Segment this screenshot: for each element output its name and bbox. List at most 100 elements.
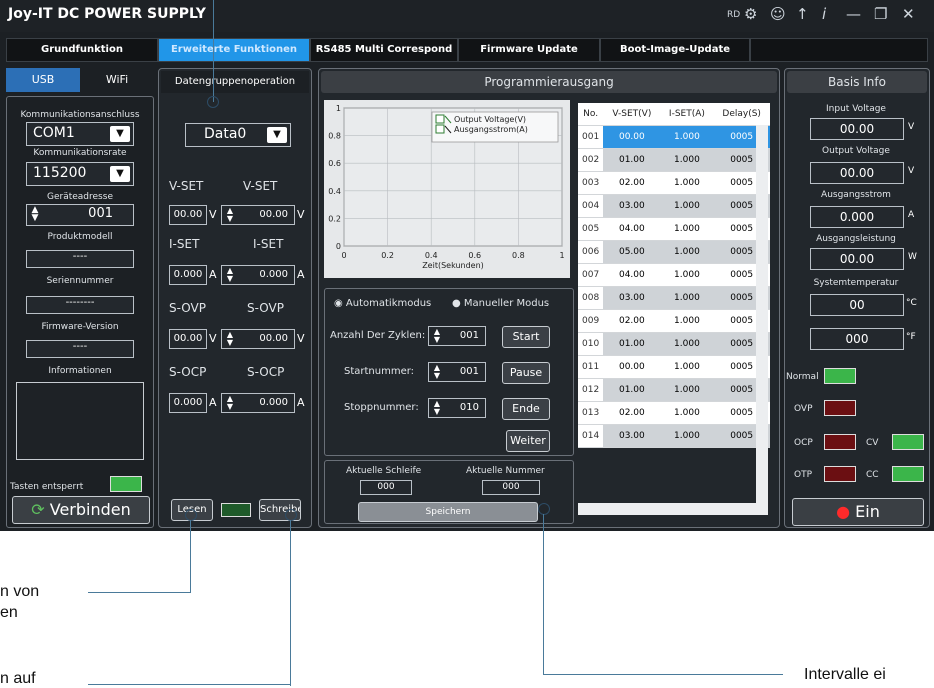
tab-boot-image-update[interactable]: Boot-Image-Update [600, 38, 750, 62]
start-button[interactable]: Start [502, 326, 550, 348]
table-cell[interactable]: 02.00 [603, 309, 661, 333]
upload-icon[interactable]: ↑ [796, 5, 809, 23]
cycles-stepper[interactable]: ▲ ▼ 001 [428, 326, 486, 346]
stop-number-stepper[interactable]: ▲ ▼ 010 [428, 398, 486, 418]
table-cell[interactable]: 1.000 [660, 217, 714, 241]
tab-usb[interactable]: USB [6, 68, 80, 92]
row-number-cell[interactable]: 011 [578, 355, 604, 379]
table-row[interactable]: 008 03.00 1.000 0005 [578, 286, 770, 310]
table-row[interactable]: 002 01.00 1.000 0005 [578, 148, 770, 172]
table-header-cell[interactable]: I-SET(A) [660, 103, 714, 126]
table-cell[interactable]: 03.00 [603, 286, 661, 310]
row-number-cell[interactable]: 008 [578, 286, 604, 310]
table-row[interactable]: 014 03.00 1.000 0005 [578, 424, 770, 448]
table-cell[interactable]: 1.000 [660, 424, 714, 448]
table-row[interactable]: 001 00.00 1.000 0005 [578, 125, 770, 149]
stepper-arrows-icon[interactable]: ▲ ▼ [224, 395, 236, 411]
row-number-cell[interactable]: 004 [578, 194, 604, 218]
stepper-arrows-icon[interactable]: ▲ ▼ [224, 267, 236, 283]
vset-field-a[interactable]: 00.00 [169, 205, 207, 225]
restore-icon[interactable]: ❐ [874, 5, 887, 23]
tab-rs485[interactable]: RS485 Multi Correspond [310, 38, 458, 62]
row-number-cell[interactable]: 005 [578, 217, 604, 241]
close-icon[interactable]: ✕ [902, 5, 915, 23]
pause-button[interactable]: Pause [502, 362, 550, 384]
sovp-stepper-b[interactable]: ▲ ▼ 00.00 [221, 329, 295, 349]
iset-field-a[interactable]: 0.000 [169, 265, 207, 285]
table-cell[interactable]: 00.00 [603, 125, 661, 149]
row-number-cell[interactable]: 003 [578, 171, 604, 195]
info-icon[interactable]: i [822, 5, 826, 23]
output-on-button[interactable]: ● Ein [792, 498, 924, 526]
table-cell[interactable]: 1.000 [660, 309, 714, 333]
table-cell[interactable]: 1.000 [660, 194, 714, 218]
stepper-arrows-icon[interactable]: ▲ ▼ [224, 331, 236, 347]
table-scrollbar[interactable] [756, 125, 768, 503]
table-row[interactable]: 009 02.00 1.000 0005 [578, 309, 770, 333]
table-cell[interactable]: 02.00 [603, 171, 661, 195]
row-number-cell[interactable]: 013 [578, 401, 604, 425]
tab-firmware-update[interactable]: Firmware Update [458, 38, 600, 62]
socp-stepper-b[interactable]: ▲ ▼ 0.000 [221, 393, 295, 413]
table-cell[interactable]: 1.000 [660, 332, 714, 356]
start-number-stepper[interactable]: ▲ ▼ 001 [428, 362, 486, 382]
row-number-cell[interactable]: 006 [578, 240, 604, 264]
table-row[interactable]: 011 00.00 1.000 0005 [578, 355, 770, 379]
row-number-cell[interactable]: 014 [578, 424, 604, 448]
table-cell[interactable]: 05.00 [603, 240, 661, 264]
tab-wifi[interactable]: WiFi [80, 68, 154, 92]
row-number-cell[interactable]: 009 [578, 309, 604, 333]
stepper-arrows-icon[interactable]: ▲ ▼ [431, 328, 443, 344]
addr-stepper[interactable]: ▲ ▼ 001 [26, 204, 134, 226]
row-number-cell[interactable]: 002 [578, 148, 604, 172]
table-row[interactable]: 006 05.00 1.000 0005 [578, 240, 770, 264]
table-cell[interactable]: 01.00 [603, 332, 661, 356]
stepper-arrows-icon[interactable]: ▲ ▼ [431, 400, 443, 416]
mode-manual-radio[interactable]: ● Manueller Modus [452, 298, 549, 309]
table-row[interactable]: 007 04.00 1.000 0005 [578, 263, 770, 287]
table-cell[interactable]: 04.00 [603, 263, 661, 287]
table-h-scrollbar[interactable] [578, 503, 768, 515]
program-table[interactable]: No. V-SET(V) I-SET(A) Delay(S) 001 00.00 1.00… [578, 103, 770, 448]
table-cell[interactable]: 01.00 [603, 148, 661, 172]
table-cell[interactable]: 1.000 [660, 263, 714, 287]
row-number-cell[interactable]: 012 [578, 378, 604, 402]
table-row[interactable]: 010 01.00 1.000 0005 [578, 332, 770, 356]
minimize-icon[interactable]: — [846, 5, 861, 23]
table-cell[interactable]: 1.000 [660, 240, 714, 264]
tab-grundfunktion[interactable]: Grundfunktion [6, 38, 158, 62]
next-button[interactable]: Weiter [506, 430, 550, 452]
mode-auto-radio[interactable]: ◉ Automatikmodus [334, 298, 431, 309]
table-cell[interactable]: 1.000 [660, 148, 714, 172]
table-header-cell[interactable]: Delay(S) [713, 103, 770, 126]
table-cell[interactable]: 00.00 [603, 355, 661, 379]
table-cell[interactable]: 04.00 [603, 217, 661, 241]
table-cell[interactable]: 03.00 [603, 194, 661, 218]
table-row[interactable]: 003 02.00 1.000 0005 [578, 171, 770, 195]
stepper-arrows-icon[interactable]: ▲ ▼ [431, 364, 443, 380]
end-button[interactable]: Ende [502, 398, 550, 420]
iset-stepper-b[interactable]: ▲ ▼ 0.000 [221, 265, 295, 285]
table-cell[interactable]: 1.000 [660, 401, 714, 425]
table-cell[interactable]: 1.000 [660, 286, 714, 310]
row-number-cell[interactable]: 001 [578, 125, 604, 149]
table-cell[interactable]: 1.000 [660, 125, 714, 149]
table-row[interactable]: 005 04.00 1.000 0005 [578, 217, 770, 241]
table-cell[interactable]: 1.000 [660, 171, 714, 195]
table-header-cell[interactable]: No. [578, 103, 604, 126]
port-select[interactable]: COM1 ▼ [26, 122, 134, 146]
sovp-field-a[interactable]: 00.00 [169, 329, 207, 349]
row-number-cell[interactable]: 007 [578, 263, 604, 287]
stepper-arrows-icon[interactable]: ▲ ▼ [224, 207, 236, 223]
data-group-select[interactable]: Data0 ▼ [185, 123, 291, 147]
rate-select[interactable]: 115200 ▼ [26, 162, 134, 186]
row-number-cell[interactable]: 010 [578, 332, 604, 356]
table-cell[interactable]: 1.000 [660, 378, 714, 402]
save-button[interactable]: Speichern [358, 502, 538, 522]
table-row[interactable]: 013 02.00 1.000 0005 [578, 401, 770, 425]
connect-button[interactable]: ⟳ Verbinden [12, 496, 150, 524]
table-cell[interactable]: 03.00 [603, 424, 661, 448]
table-cell[interactable]: 1.000 [660, 355, 714, 379]
table-row[interactable]: 012 01.00 1.000 0005 [578, 378, 770, 402]
gear-icon[interactable]: ⚙ [744, 5, 757, 23]
